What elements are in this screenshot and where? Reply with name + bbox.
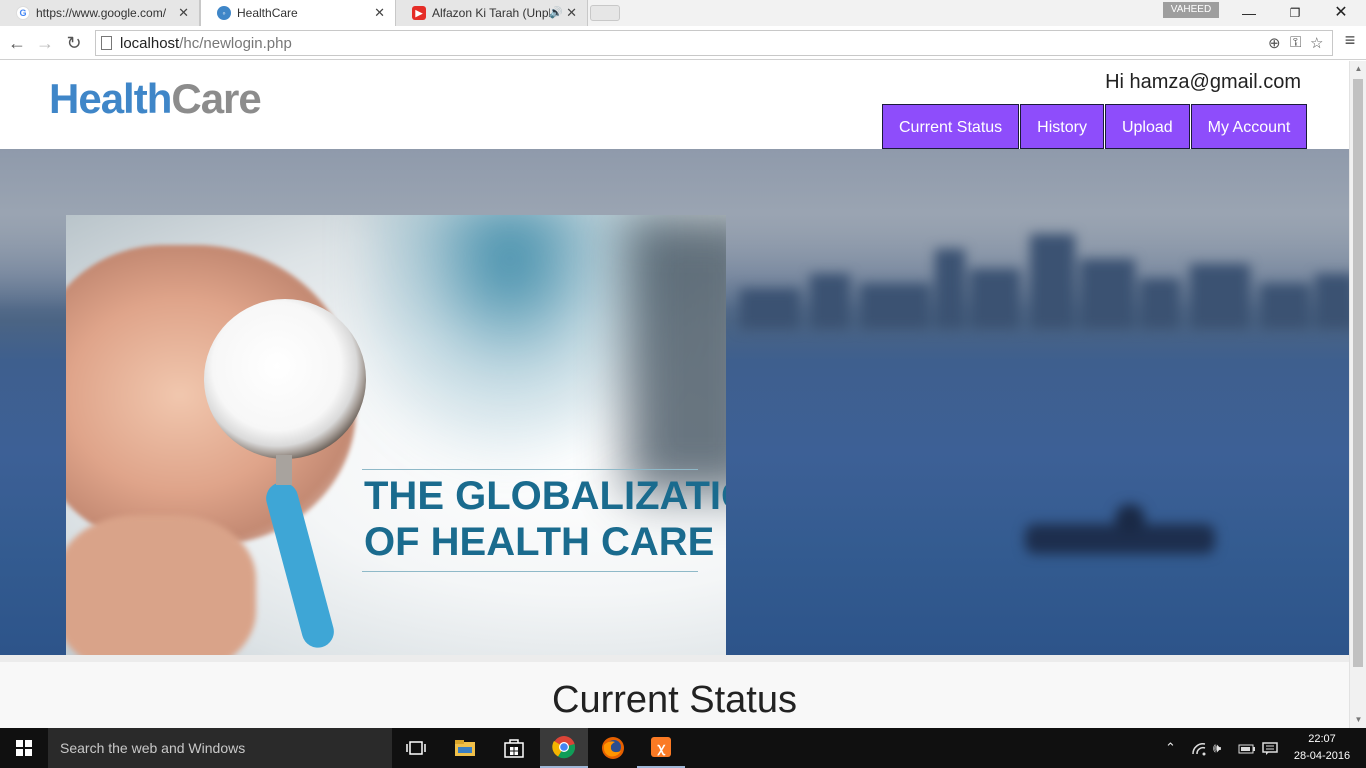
windows-start-icon[interactable] (0, 728, 48, 768)
scroll-up-icon[interactable]: ▲ (1350, 61, 1366, 77)
user-greeting: Hi hamza@gmail.com (1105, 71, 1301, 93)
google-favicon-icon: G (16, 6, 30, 20)
close-window-icon[interactable]: ✕ (1318, 0, 1364, 26)
promo-headline: THE GLOBALIZATION OF HEALTH CARE (364, 474, 726, 564)
section-title: Current Status (552, 679, 797, 721)
wifi-icon[interactable] (1191, 728, 1207, 768)
xampp-taskbar-icon[interactable]: ꭓ (637, 728, 685, 768)
speaker-icon: 🔊 (549, 7, 563, 19)
tab-healthcare[interactable]: ◦ HealthCare ✕ (200, 0, 396, 26)
nav-upload[interactable]: Upload (1104, 104, 1190, 149)
minimize-icon[interactable]: — (1226, 0, 1272, 26)
tab-google[interactable]: G https://www.google.com/ ✕ (0, 0, 200, 26)
youtube-favicon-icon: ▶ (412, 6, 426, 20)
tab-title: https://www.google.com/ (36, 6, 167, 20)
page-favicon-icon: ◦ (217, 6, 231, 20)
clock-date: 28-04-2016 (1293, 750, 1351, 762)
scrollbar-thumb[interactable] (1353, 79, 1363, 667)
globalization-promo-image: THE GLOBALIZATION OF HEALTH CARE (66, 215, 726, 655)
key-icon[interactable]: ⚿ (1290, 34, 1301, 51)
battery-icon[interactable] (1238, 728, 1256, 768)
main-nav: Current Status History Upload My Account (882, 104, 1308, 149)
store-icon[interactable] (490, 728, 538, 768)
show-hidden-icons-icon[interactable]: ⌃ (1165, 728, 1176, 768)
page-viewport: HealthCare Hi hamza@gmail.com Current St… (0, 61, 1366, 728)
taskbar-clock[interactable]: 22:07 28-04-2016 (1286, 731, 1358, 765)
task-view-icon[interactable] (392, 728, 440, 768)
chrome-taskbar-icon[interactable] (540, 728, 588, 768)
reload-icon[interactable]: ↻ (61, 30, 87, 56)
volume-icon[interactable]: 🕪 (1213, 728, 1221, 768)
nav-my-account[interactable]: My Account (1190, 104, 1308, 149)
tab-title: Alfazon Ki Tarah (Unplu (432, 6, 550, 20)
profile-badge[interactable]: VAHEED (1163, 2, 1219, 18)
notifications-icon[interactable] (1262, 728, 1278, 768)
current-status-section: Current Status (0, 655, 1349, 728)
url-text[interactable]: localhost/hc/newlogin.php (120, 35, 292, 52)
boat-image (1015, 504, 1215, 554)
new-tab-button[interactable] (590, 5, 620, 21)
stethoscope-icon (204, 299, 366, 459)
tab-title: HealthCare (237, 6, 298, 20)
page-scrollbar[interactable]: ▲ ▼ (1349, 61, 1366, 728)
restore-icon[interactable]: ❐ (1272, 0, 1318, 26)
zoom-icon[interactable]: ⊕ (1268, 34, 1281, 52)
browser-tab-strip: G https://www.google.com/ ✕ ◦ HealthCare… (0, 0, 1366, 26)
close-tab-icon[interactable]: ✕ (178, 6, 189, 20)
healthcare-logo[interactable]: HealthCare (49, 75, 262, 123)
taskbar-search-box[interactable]: Search the web and Windows (48, 728, 392, 768)
scroll-down-icon[interactable]: ▼ (1350, 712, 1366, 728)
close-tab-icon[interactable]: ✕ (374, 6, 385, 20)
hero-banner: THE GLOBALIZATION OF HEALTH CARE (0, 149, 1349, 655)
page-icon (101, 36, 112, 50)
close-tab-icon[interactable]: ✕ (566, 6, 577, 20)
forward-icon[interactable]: → (32, 30, 58, 56)
windows-taskbar: Search the web and Windows ꭓ ⌃ 🕪 22:07 2… (0, 728, 1366, 768)
browser-toolbar: ← → ↻ localhost/hc/newlogin.php ⊕ ⚿ ☆ ≡ (0, 26, 1366, 60)
chrome-menu-icon[interactable]: ≡ (1338, 30, 1362, 56)
firefox-taskbar-icon[interactable] (589, 728, 637, 768)
stethoscope-tube (262, 478, 338, 652)
site-header: HealthCare Hi hamza@gmail.com Current St… (0, 61, 1349, 149)
file-explorer-icon[interactable] (441, 728, 489, 768)
nav-history[interactable]: History (1020, 104, 1104, 149)
bookmark-star-icon[interactable]: ☆ (1310, 34, 1323, 52)
address-bar[interactable]: localhost/hc/newlogin.php ⊕ ⚿ ☆ (95, 30, 1333, 56)
clock-time: 22:07 (1308, 733, 1336, 745)
nav-current-status[interactable]: Current Status (882, 104, 1020, 149)
back-icon[interactable]: ← (4, 30, 30, 56)
tab-youtube[interactable]: ▶ Alfazon Ki Tarah (Unplu 🔊 ✕ (396, 0, 588, 26)
city-skyline-image (720, 219, 1349, 329)
